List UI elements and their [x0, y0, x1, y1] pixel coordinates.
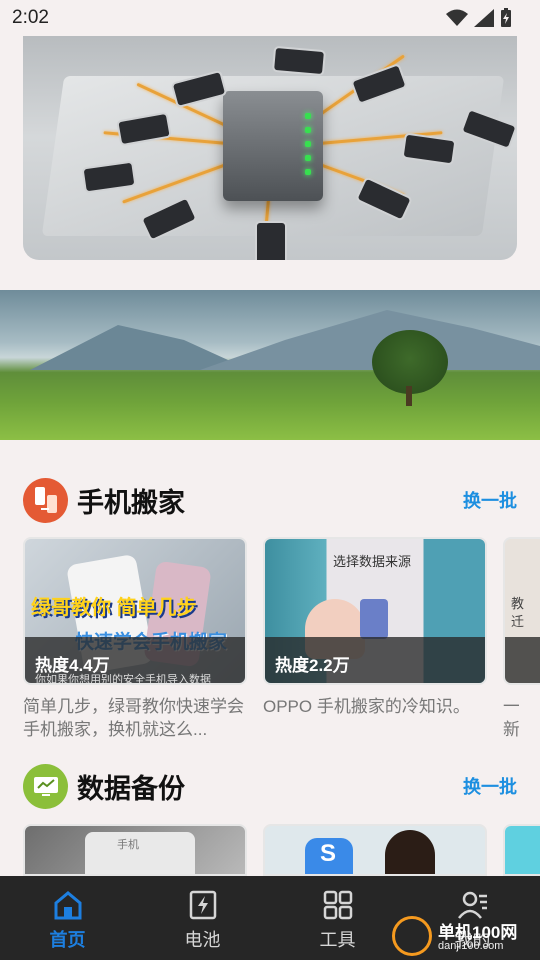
home-icon: [54, 891, 81, 920]
tree-image: [372, 330, 448, 394]
article-card[interactable]: 绿哥教你 简单几步 快速学会手机搬家 你如果你想用别的安全手机导入数据 热度4.…: [23, 537, 247, 743]
card-thumbnail: S: [263, 824, 487, 876]
section-title: 手机搬家: [77, 487, 185, 519]
site-watermark: 单机100网 danji100.com: [390, 914, 540, 960]
battery-icon: [501, 8, 511, 27]
hero-banner-phone-transfer[interactable]: [23, 36, 517, 260]
watermark-subtext: danji100.com: [438, 940, 504, 952]
grid-tools-icon: [323, 890, 352, 920]
article-card[interactable]: [503, 824, 540, 876]
battery-charge-icon: [189, 890, 216, 920]
status-icons: [446, 8, 512, 28]
section-header-phone-transfer: 手机搬家 换一批: [23, 476, 517, 524]
phone-image: [255, 221, 287, 260]
thumb-title-text: 绿哥教你 简单几步: [31, 597, 197, 619]
mountain-image: [30, 325, 250, 370]
card-description: OPPO 手机搬家的冷知识。: [263, 697, 470, 716]
thumb-title-text: S: [320, 840, 337, 867]
thumb-title-text: 选择数据来源: [333, 554, 412, 569]
phone-transfer-icon: [23, 477, 68, 523]
card-thumbnail: 教迁: [503, 537, 540, 685]
article-card[interactable]: S: [263, 824, 487, 876]
card-thumbnail: 绿哥教你 简单几步 快速学会手机搬家 你如果你想用别的安全手机导入数据 热度4.…: [23, 537, 247, 685]
refresh-batch-button[interactable]: 换一批: [463, 773, 517, 799]
nav-item-tools[interactable]: 工具: [270, 876, 405, 960]
cell-signal-icon: [474, 9, 494, 27]
section-title: 数据备份: [77, 773, 185, 805]
heat-label: [505, 637, 540, 683]
thumb-title-text: 教迁: [511, 596, 525, 629]
status-bar: 2:02: [0, 0, 540, 36]
nav-label: 工具: [319, 930, 356, 950]
thumb-title-text: 手机: [117, 839, 139, 851]
wifi-icon: [446, 9, 468, 26]
heat-label: 热度2.2万: [265, 637, 485, 683]
nav-item-battery[interactable]: 电池: [135, 876, 270, 960]
tree-trunk-image: [406, 386, 412, 406]
article-card[interactable]: 手机: [23, 824, 247, 876]
refresh-batch-button[interactable]: 换一批: [463, 487, 517, 513]
card-thumbnail: 选择数据来源 热度2.2万: [263, 537, 487, 685]
article-card[interactable]: 教迁 一新: [503, 537, 540, 743]
card-description: 简单几步，绿哥教你快速学会手机搬家，换机就这么...: [23, 697, 244, 739]
nav-label: 电池: [184, 930, 221, 950]
mountain-image: [200, 310, 540, 370]
nav-label: 首页: [49, 930, 86, 950]
thumb-caption: 你如果你想用别的安全手机导入数据: [35, 674, 211, 685]
server-image: [223, 91, 323, 201]
status-time: 2:02: [12, 7, 49, 28]
phone-image: [271, 45, 327, 77]
watermark-logo-icon: [392, 916, 432, 956]
card-description: 一新: [503, 697, 519, 739]
section-header-data-backup: 数据备份 换一批: [23, 762, 517, 810]
article-card[interactable]: 选择数据来源 热度2.2万 OPPO 手机搬家的冷知识。: [263, 537, 487, 743]
card-thumbnail: 手机: [23, 824, 247, 876]
card-thumbnail: [503, 824, 540, 876]
data-backup-icon: [23, 763, 68, 809]
hero-banner-landscape[interactable]: [0, 290, 540, 440]
nav-item-home[interactable]: 首页: [0, 876, 135, 960]
